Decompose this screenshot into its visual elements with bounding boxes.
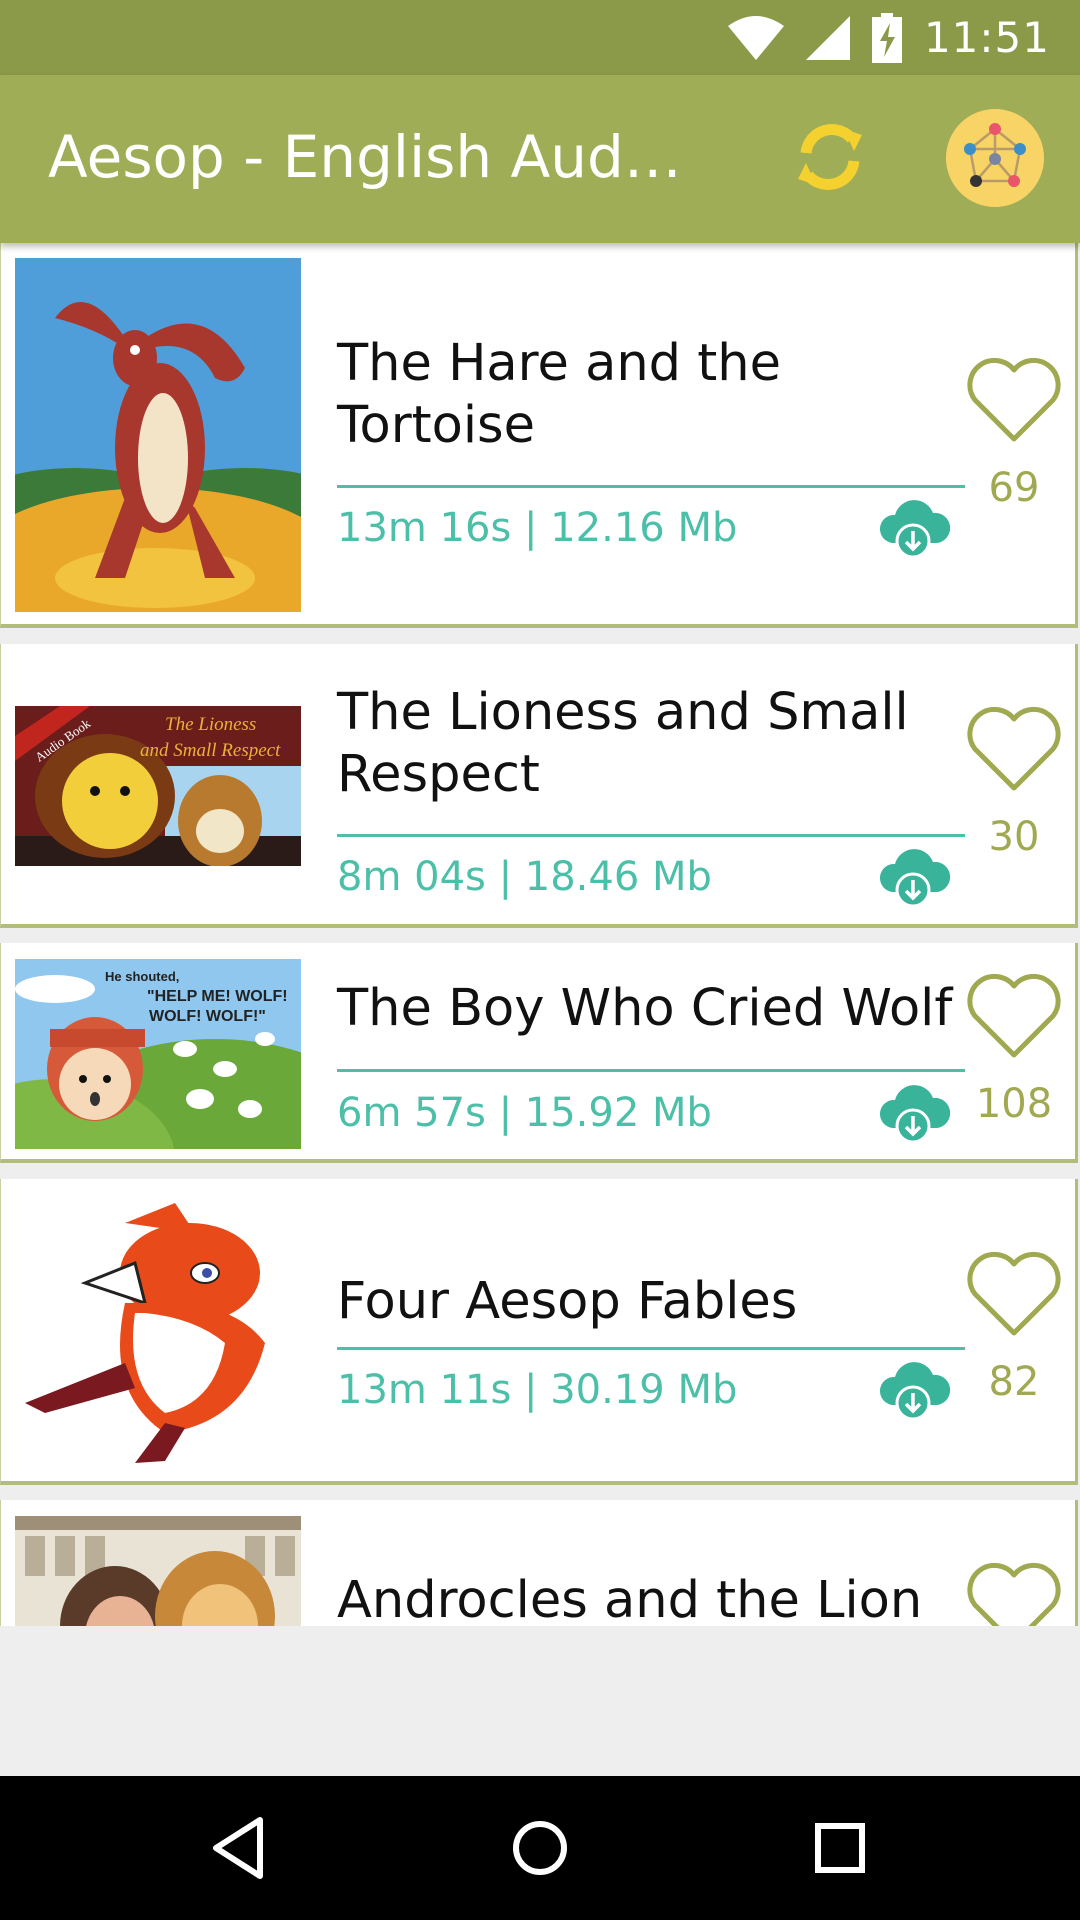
cloud-download-icon[interactable] bbox=[877, 844, 951, 908]
list-item[interactable]: Four Aesop Fables 13m 11s | 30.19 Mb 82 bbox=[0, 1179, 1078, 1485]
divider bbox=[337, 1069, 965, 1072]
like-count: 108 bbox=[975, 1081, 1053, 1127]
back-icon[interactable] bbox=[198, 1806, 282, 1890]
divider bbox=[337, 485, 965, 488]
lioness-title-line1: The Lioness bbox=[165, 714, 256, 735]
story-title[interactable]: Four Aesop Fables bbox=[337, 1271, 967, 1333]
list-item[interactable]: Audio Book The Lioness and Small Respect… bbox=[0, 644, 1078, 928]
recents-icon[interactable] bbox=[798, 1806, 882, 1890]
list-item[interactable]: Androcles and the Lion bbox=[0, 1500, 1078, 1626]
hare-thumbnail bbox=[15, 258, 301, 612]
list-item[interactable]: He shouted, "HELP ME! WOLF! WOLF! WOLF!"… bbox=[0, 943, 1078, 1163]
story-title[interactable]: The Hare and the Tortoise bbox=[337, 333, 967, 457]
like-count: 82 bbox=[988, 1359, 1040, 1405]
wolf-thumbnail: He shouted, "HELP ME! WOLF! WOLF! WOLF!" bbox=[15, 959, 301, 1149]
system-nav-bar bbox=[0, 1776, 1080, 1920]
story-meta: 8m 04s | 18.46 Mb bbox=[337, 854, 712, 900]
wifi-icon bbox=[727, 15, 784, 60]
like-count: 69 bbox=[988, 465, 1040, 511]
story-title[interactable]: Androcles and the Lion bbox=[337, 1570, 967, 1626]
network-avatar-icon[interactable] bbox=[946, 109, 1044, 207]
androcles-thumbnail bbox=[15, 1516, 301, 1626]
story-title[interactable]: The Lioness and Small Respect bbox=[337, 682, 967, 806]
home-icon[interactable] bbox=[498, 1806, 582, 1890]
divider bbox=[337, 1347, 965, 1350]
page-title: Aesop - English Audio… bbox=[48, 123, 688, 191]
cloud-download-icon[interactable] bbox=[877, 1357, 951, 1421]
refresh-icon[interactable] bbox=[782, 109, 878, 205]
signal-icon bbox=[805, 15, 850, 60]
story-meta: 6m 57s | 15.92 Mb bbox=[337, 1090, 712, 1136]
story-list[interactable]: The Hare and the Tortoise 13m 16s | 12.1… bbox=[0, 243, 1080, 1626]
battery-charging-icon bbox=[871, 12, 902, 63]
cloud-download-icon[interactable] bbox=[877, 495, 951, 559]
story-title[interactable]: The Boy Who Cried Wolf bbox=[337, 978, 967, 1040]
heart-icon[interactable] bbox=[965, 355, 1063, 445]
heart-icon[interactable] bbox=[965, 971, 1063, 1061]
clock: 11:51 bbox=[923, 13, 1050, 62]
heart-icon[interactable] bbox=[965, 1560, 1063, 1626]
like-count: 30 bbox=[988, 814, 1040, 860]
app-bar: Aesop - English Audio… bbox=[0, 75, 1080, 243]
story-meta: 13m 11s | 30.19 Mb bbox=[337, 1367, 738, 1413]
fox-thumbnail bbox=[15, 1193, 301, 1463]
divider bbox=[337, 834, 965, 837]
wolf-caption-line2: "HELP ME! WOLF! bbox=[147, 988, 288, 1005]
story-meta: 13m 16s | 12.16 Mb bbox=[337, 505, 738, 551]
lioness-title-line2: and Small Respect bbox=[140, 740, 281, 761]
status-bar: 11:51 bbox=[0, 0, 1080, 75]
wolf-caption-line1: He shouted, bbox=[105, 969, 179, 984]
wolf-caption-line3: WOLF! WOLF!" bbox=[149, 1008, 266, 1025]
cloud-download-icon[interactable] bbox=[877, 1080, 951, 1144]
lioness-thumbnail: Audio Book The Lioness and Small Respect bbox=[15, 706, 301, 866]
empty-area bbox=[0, 1626, 1080, 1776]
list-item[interactable]: The Hare and the Tortoise 13m 16s | 12.1… bbox=[0, 243, 1078, 628]
heart-icon[interactable] bbox=[965, 1249, 1063, 1339]
heart-icon[interactable] bbox=[965, 704, 1063, 794]
